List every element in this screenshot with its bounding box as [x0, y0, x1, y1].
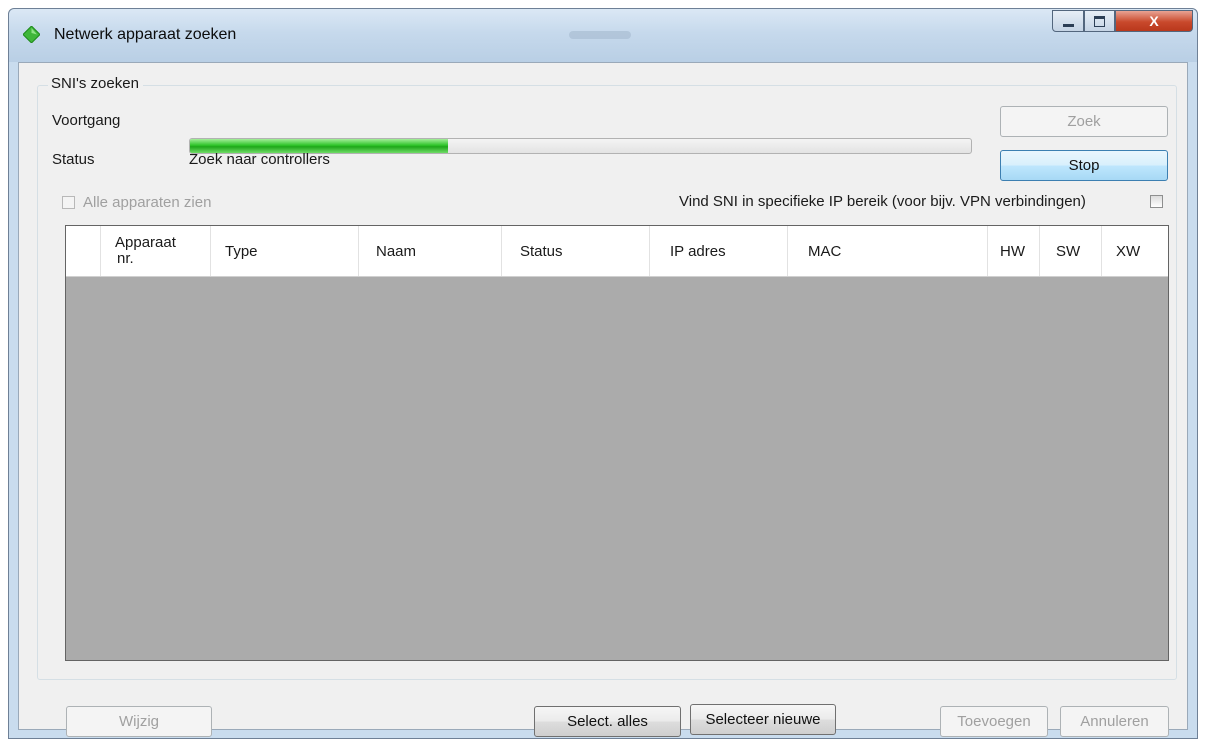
- column-xw-label: XW: [1116, 242, 1141, 260]
- column-mac-label: MAC: [808, 242, 842, 260]
- column-sw-label: SW: [1056, 242, 1081, 260]
- column-header-status[interactable]: Status: [502, 226, 650, 276]
- title-bar[interactable]: Netwerk apparaat zoeken X: [9, 9, 1197, 62]
- column-header-device-nr[interactable]: Apparaat nr.: [101, 226, 211, 276]
- groupbox-title: SNI's zoeken: [48, 75, 143, 92]
- column-header-mac[interactable]: MAC: [788, 226, 988, 276]
- maximize-icon: [1094, 15, 1105, 27]
- show-all-devices-checkbox[interactable]: [62, 196, 75, 209]
- search-button[interactable]: Zoek: [1000, 106, 1168, 137]
- column-hw-label: HW: [1000, 242, 1025, 260]
- close-icon: X: [1149, 13, 1159, 29]
- green-diamond-icon: [23, 26, 40, 43]
- column-header-sw[interactable]: SW: [1040, 226, 1102, 276]
- dialog-window: Netwerk apparaat zoeken X SNI's zoeken V…: [8, 8, 1198, 739]
- show-all-devices-label: Alle apparaten zien: [83, 194, 212, 211]
- column-header-hw[interactable]: HW: [988, 226, 1040, 276]
- add-button[interactable]: Toevoegen: [940, 706, 1048, 737]
- minimize-icon: [1062, 23, 1074, 27]
- column-status-label: Status: [520, 242, 563, 260]
- minimize-button[interactable]: [1052, 10, 1084, 32]
- column-name-label: Naam: [376, 242, 417, 260]
- title-blur-decoration: [569, 31, 631, 39]
- column-header-name[interactable]: Naam: [359, 226, 502, 276]
- column-type-label: Type: [225, 242, 258, 260]
- select-all-button[interactable]: Select. alles: [534, 706, 681, 737]
- table-header: Apparaat nr. Type Naam Status IP adres M…: [66, 226, 1168, 277]
- column-ip-label: IP adres: [670, 242, 726, 260]
- column-device-line1: Apparaat: [115, 234, 176, 251]
- row-header-column: [66, 226, 101, 276]
- cancel-button[interactable]: Annuleren: [1060, 706, 1169, 737]
- window-title: Netwerk apparaat zoeken: [54, 26, 237, 43]
- devices-table[interactable]: Apparaat nr. Type Naam Status IP adres M…: [65, 225, 1169, 661]
- dialog-client-area: SNI's zoeken Voortgang Zoek Status Zoek …: [18, 62, 1188, 737]
- column-header-xw[interactable]: XW: [1102, 226, 1168, 276]
- select-new-button[interactable]: Selecteer nieuwe: [690, 704, 836, 735]
- maximize-button[interactable]: [1084, 10, 1115, 32]
- column-device-line2: nr.: [117, 250, 134, 267]
- progress-label: Voortgang: [52, 112, 121, 129]
- close-button[interactable]: X: [1115, 10, 1193, 32]
- column-header-type[interactable]: Type: [211, 226, 359, 276]
- column-header-ip-address[interactable]: IP adres: [650, 226, 788, 276]
- stop-button[interactable]: Stop: [1000, 150, 1168, 181]
- status-value: Zoek naar controllers: [189, 151, 330, 168]
- ip-range-label: Vind SNI in specifieke IP bereik (voor b…: [679, 193, 1086, 210]
- status-label: Status: [52, 151, 95, 168]
- ip-range-checkbox[interactable]: [1150, 195, 1163, 208]
- edit-button[interactable]: Wijzig: [66, 706, 212, 737]
